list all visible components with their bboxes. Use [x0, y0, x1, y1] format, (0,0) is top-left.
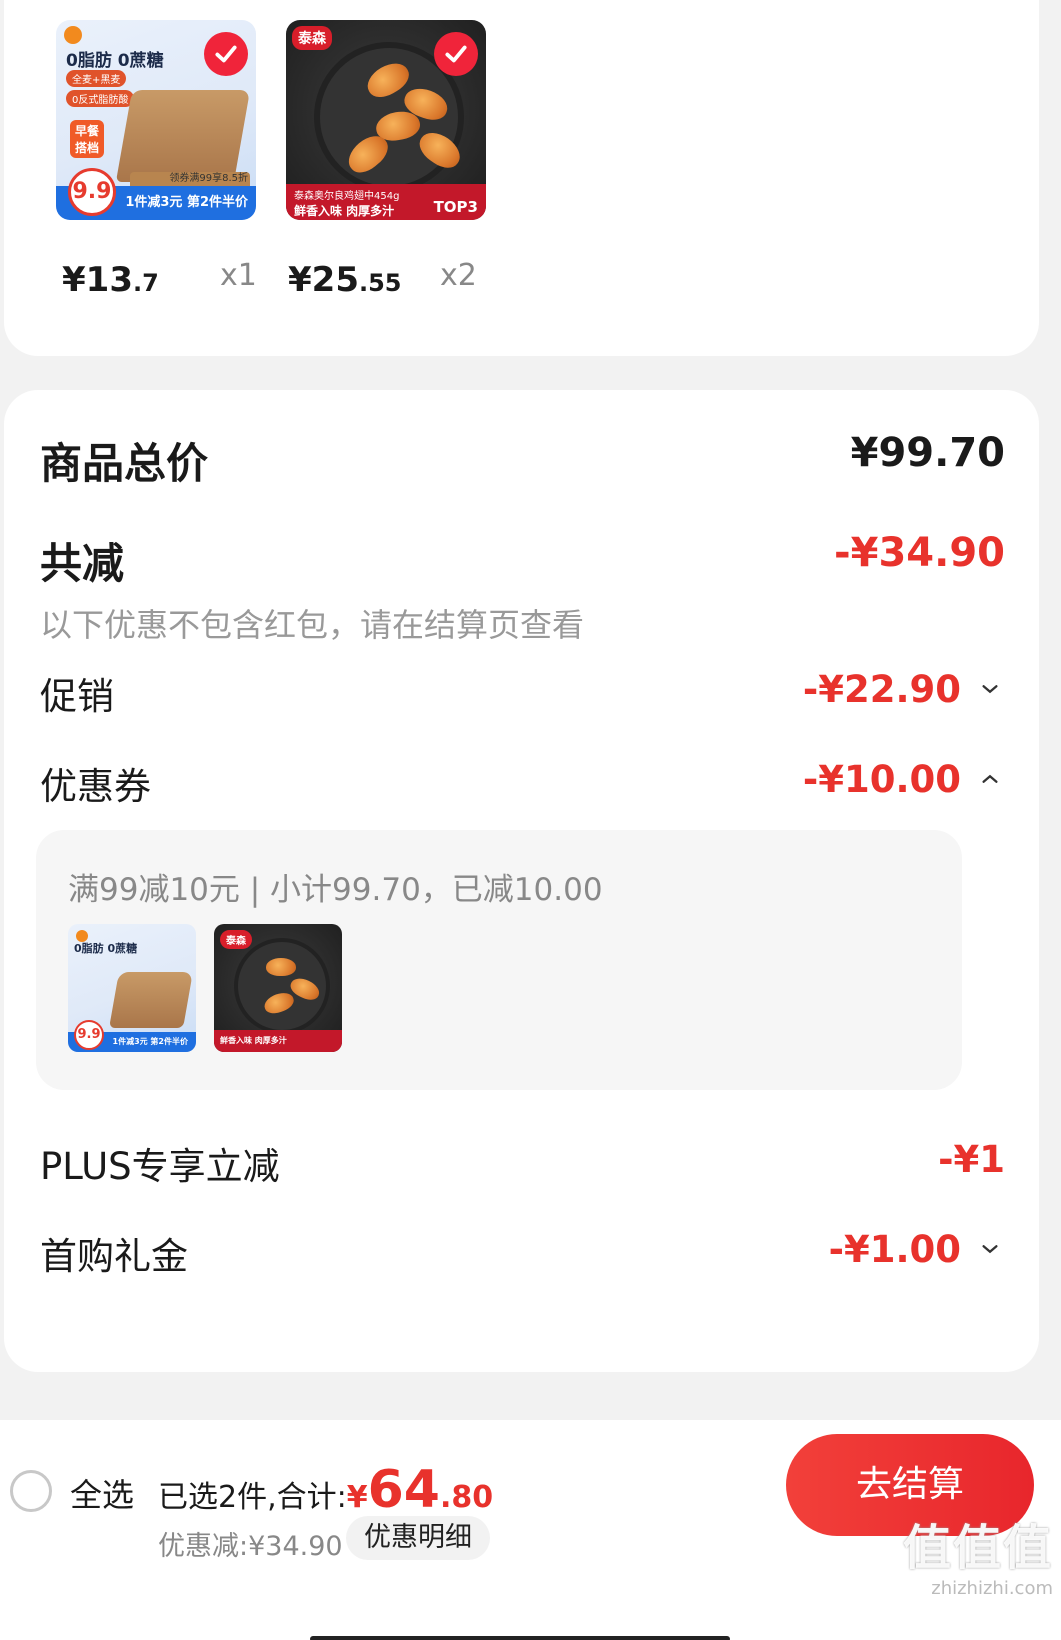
- coupon-product-thumb[interactable]: 泰森 鲜香入味 肉厚多汁: [214, 924, 342, 1052]
- product-price: ¥13.7: [62, 260, 159, 300]
- price-summary-card: 商品总价 ¥99.70 共减 -¥34.90 以下优惠不包含红包，请在结算页查看…: [4, 390, 1039, 1372]
- product-image-rank: TOP3: [433, 198, 478, 216]
- coupon-value: -¥10.00: [802, 758, 961, 801]
- thumb-caption: 鲜香入味 肉厚多汁: [214, 1030, 342, 1052]
- thumb-brand: 泰森: [220, 930, 252, 949]
- chevron-down-icon[interactable]: [979, 1238, 1001, 1260]
- bread-illustration: [109, 972, 193, 1028]
- chevron-up-icon[interactable]: [979, 768, 1001, 790]
- selected-check-icon[interactable]: [434, 32, 478, 76]
- first-purchase-label: 首购礼金: [40, 1235, 188, 1278]
- checkout-bar: 全选 已选2件,合计:¥64.80 优惠减:¥34.90 优惠明细 去结算 值值…: [0, 1420, 1061, 1640]
- promo-value: -¥22.90: [802, 668, 961, 711]
- plus-label: PLUS专享立减: [40, 1145, 280, 1188]
- first-purchase-value: -¥1.00: [828, 1228, 961, 1271]
- watermark: 值值值 zhizhizhi.com: [903, 1508, 1053, 1599]
- product-image-coupon: 领券满99享8.5折: [169, 173, 248, 184]
- total-price-label: 商品总价: [40, 439, 209, 488]
- selected-check-icon[interactable]: [204, 32, 248, 76]
- product-image-side-tag: 早餐搭档: [70, 120, 104, 158]
- promo-label: 促销: [40, 675, 114, 718]
- product-image-tag: 0反式脂肪酸: [66, 90, 135, 107]
- product-image-price: 9.9: [68, 168, 116, 216]
- selected-count-text: 已选2件,合计:: [158, 1480, 347, 1515]
- plus-value: -¥1: [938, 1138, 1005, 1181]
- total-amount-decimal: .80: [439, 1480, 494, 1515]
- cart-items-card: 0脂肪 0蔗糖 全麦+黑麦 0反式脂肪酸 早餐搭档 领券满99享8.5折 1件减…: [4, 0, 1039, 356]
- watermark-url: zhizhizhi.com: [931, 1578, 1053, 1599]
- product-image-title: 0脂肪 0蔗糖: [66, 51, 164, 71]
- coupon-detail-panel: 满99减10元 | 小计99.70，已减10.00 0脂肪 0蔗糖 1件减3元 …: [36, 830, 962, 1090]
- total-reduce-value: -¥34.90: [834, 530, 1005, 576]
- product-price: ¥25.55: [288, 260, 402, 300]
- coupon-label: 优惠券: [40, 765, 151, 808]
- selected-summary: 已选2件,合计:¥64.80: [158, 1460, 493, 1520]
- select-all-radio[interactable]: [10, 1470, 52, 1512]
- total-currency: ¥: [346, 1480, 368, 1515]
- coupon-detail-text: 满99减10元 | 小计99.70，已减10.00: [68, 872, 603, 908]
- product-quantity: x2: [440, 258, 477, 293]
- thumb-price: 9.9: [74, 1020, 104, 1050]
- thumb-title: 0脂肪 0蔗糖: [74, 942, 138, 955]
- brand-logo-icon: [64, 26, 82, 44]
- product-image-wings[interactable]: 泰森 泰森奥尔良鸡翅中454g 鲜香入味 肉厚多汁 TOP3: [286, 20, 486, 220]
- product-image-bread[interactable]: 0脂肪 0蔗糖 全麦+黑麦 0反式脂肪酸 早餐搭档 领券满99享8.5折 1件减…: [56, 20, 256, 220]
- price-integer: ¥13: [62, 260, 133, 300]
- product-image-tag: 全麦+黑麦: [66, 70, 127, 87]
- discount-note: 以下优惠不包含红包，请在结算页查看: [40, 606, 585, 644]
- price-decimal: .7: [132, 269, 159, 297]
- product-quantity: x1: [220, 258, 257, 293]
- price-integer: ¥25: [288, 260, 359, 300]
- price-decimal: .55: [358, 269, 402, 297]
- home-indicator[interactable]: [310, 1636, 730, 1640]
- select-all-label[interactable]: 全选: [70, 1470, 134, 1516]
- chevron-down-icon[interactable]: [979, 678, 1001, 700]
- product-image-brand: 泰森: [292, 26, 332, 50]
- wing-illustration: [266, 958, 296, 976]
- watermark-logo: 值值值: [902, 1520, 1053, 1576]
- total-reduce-label: 共减: [40, 539, 125, 588]
- total-amount-integer: 64: [367, 1460, 440, 1520]
- total-price-value: ¥99.70: [850, 430, 1005, 476]
- discount-detail-button[interactable]: 优惠明细: [346, 1516, 490, 1560]
- coupon-product-thumb[interactable]: 0脂肪 0蔗糖 1件减3元 第2件半价 9.9: [68, 924, 196, 1052]
- discount-summary: 优惠减:¥34.90: [158, 1531, 343, 1562]
